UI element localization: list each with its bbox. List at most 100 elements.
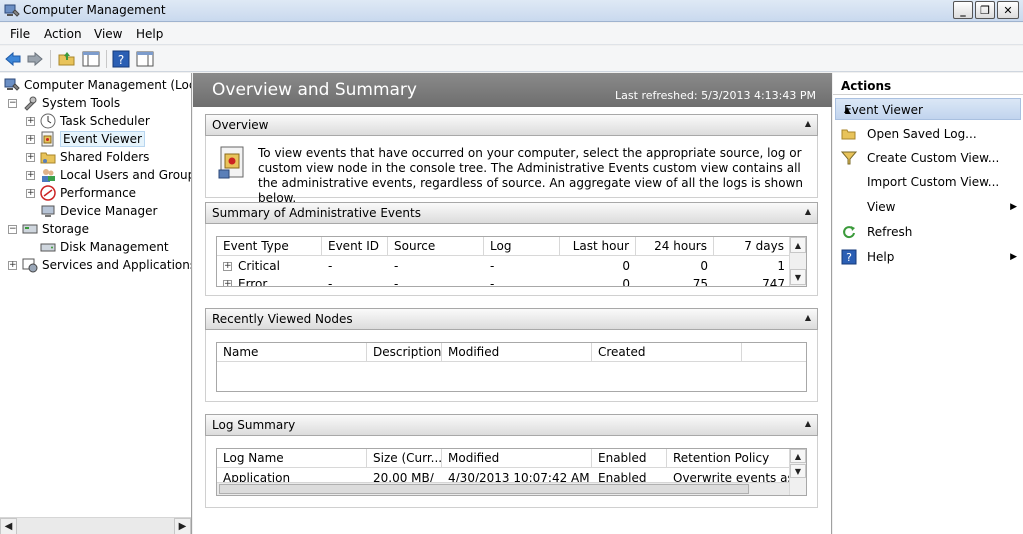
scroll-thumb[interactable] xyxy=(219,484,749,494)
column-header[interactable]: Last hour xyxy=(560,237,636,256)
tree-item-shared-folders[interactable]: + Shared Folders xyxy=(26,148,149,166)
expand-icon[interactable]: + xyxy=(223,261,232,271)
grid-horizontal-scrollbar[interactable] xyxy=(217,482,791,495)
tree-item-task-scheduler[interactable]: + Task Scheduler xyxy=(26,112,150,130)
recent-section-body: Name Description Modified Created xyxy=(205,330,818,402)
table-cell: Critical xyxy=(238,259,280,273)
action-refresh[interactable]: Refresh xyxy=(841,221,1019,243)
expand-icon[interactable]: + xyxy=(26,170,35,180)
tree-item-disk-management[interactable]: Disk Management xyxy=(40,238,169,256)
column-header[interactable]: Log xyxy=(484,237,560,256)
back-arrow-icon[interactable] xyxy=(4,50,22,68)
scroll-up-icon[interactable]: ▲ xyxy=(790,449,806,463)
tree-item-event-viewer[interactable]: + Event Viewer xyxy=(26,130,145,148)
expand-icon[interactable]: + xyxy=(26,134,35,144)
overview-section-header[interactable]: Overview ▲ xyxy=(205,114,818,136)
column-header[interactable]: Log Name xyxy=(217,449,367,468)
close-button[interactable]: ✕ xyxy=(997,1,1019,19)
expand-icon[interactable]: + xyxy=(26,188,35,198)
menu-action[interactable]: Action xyxy=(44,27,82,41)
scroll-up-icon[interactable]: ▲ xyxy=(790,237,806,253)
action-create-custom-view[interactable]: Create Custom View... xyxy=(841,147,1019,169)
column-header[interactable]: 7 days xyxy=(714,237,791,256)
log-summary-grid[interactable]: Log Name Size (Curr... Modified Enabled … xyxy=(216,448,807,496)
table-row[interactable]: + Error - - - 0 75 747 xyxy=(217,275,791,287)
collapse-up-icon[interactable]: ▲ xyxy=(805,419,811,428)
scroll-down-icon[interactable]: ▼ xyxy=(790,464,806,478)
action-help[interactable]: ? Help ▶ xyxy=(841,246,1019,268)
performance-icon xyxy=(40,185,56,201)
column-header[interactable]: Size (Curr... xyxy=(367,449,442,468)
help-icon[interactable]: ? xyxy=(112,50,130,68)
column-header[interactable]: Created xyxy=(592,343,742,362)
up-folder-icon[interactable] xyxy=(58,50,76,68)
table-row[interactable]: + Critical - - - 0 0 1 xyxy=(217,257,791,275)
column-header[interactable]: Enabled xyxy=(592,449,667,468)
collapse-icon[interactable]: − xyxy=(8,224,17,234)
expand-icon[interactable]: + xyxy=(26,152,35,162)
show-hide-action-pane-icon[interactable] xyxy=(136,50,154,68)
action-open-saved-log[interactable]: Open Saved Log... xyxy=(841,123,1019,145)
tree-item-services-applications[interactable]: + Services and Applications xyxy=(8,256,191,274)
collapse-up-icon[interactable]: ▲ xyxy=(805,119,811,128)
tree-root[interactable]: Computer Management (Local xyxy=(4,76,191,94)
column-header[interactable]: 24 hours xyxy=(636,237,714,256)
table-cell: - xyxy=(394,259,399,273)
log-summary-section-header[interactable]: Log Summary ▲ xyxy=(205,414,818,436)
recent-section-header[interactable]: Recently Viewed Nodes ▲ xyxy=(205,308,818,330)
column-header[interactable]: Name xyxy=(217,343,367,362)
minimize-button[interactable]: _ xyxy=(953,1,973,19)
column-header[interactable]: Description xyxy=(367,343,442,362)
collapse-up-icon[interactable]: ▲ xyxy=(805,313,811,322)
tree-item-system-tools[interactable]: − System Tools xyxy=(8,94,120,112)
recent-nodes-grid[interactable]: Name Description Modified Created xyxy=(216,342,807,392)
grid-vertical-scrollbar[interactable]: ▲ ▼ xyxy=(789,237,806,286)
scroll-right-icon[interactable]: ▶ xyxy=(174,518,191,534)
grid-header: Log Name Size (Curr... Modified Enabled … xyxy=(217,449,791,468)
summary-section-header[interactable]: Summary of Administrative Events ▲ xyxy=(205,202,818,224)
column-header[interactable]: Modified xyxy=(442,449,592,468)
column-header[interactable]: Event Type xyxy=(217,237,322,256)
column-header[interactable]: Modified xyxy=(442,343,592,362)
table-cell: - xyxy=(490,277,495,287)
collapse-up-icon[interactable]: ▲ xyxy=(805,207,811,216)
table-row[interactable]: Application 20.00 MB/ 4/30/2013 10:07:42… xyxy=(217,469,791,482)
expand-icon[interactable]: + xyxy=(8,260,17,270)
tree-horizontal-scrollbar[interactable]: ◀ ▶ xyxy=(0,517,191,534)
action-view[interactable]: View ▶ xyxy=(841,196,1019,218)
table-cell: - xyxy=(328,259,333,273)
scroll-left-icon[interactable]: ◀ xyxy=(0,518,17,534)
console-tree[interactable]: Computer Management (Local − System Tool… xyxy=(0,73,192,534)
show-hide-tree-icon[interactable] xyxy=(82,50,100,68)
tree-item-device-manager[interactable]: Device Manager xyxy=(40,202,157,220)
menu-view[interactable]: View xyxy=(94,27,122,41)
last-refreshed: Last refreshed: 5/3/2013 4:13:43 PM xyxy=(615,89,816,102)
help-icon: ? xyxy=(841,249,857,265)
expand-icon[interactable]: + xyxy=(26,116,35,126)
scroll-down-icon[interactable]: ▼ xyxy=(790,269,806,285)
table-cell: 1 xyxy=(777,259,785,273)
restore-button[interactable]: ❐ xyxy=(975,1,995,19)
menu-help[interactable]: Help xyxy=(136,27,163,41)
column-header[interactable]: Event ID xyxy=(322,237,388,256)
collapse-icon[interactable]: − xyxy=(8,98,17,108)
column-header[interactable]: Source xyxy=(388,237,484,256)
table-cell: Error xyxy=(238,277,268,287)
menu-file[interactable]: File xyxy=(10,27,30,41)
tree-item-local-users[interactable]: + Local Users and Groups xyxy=(26,166,191,184)
action-import-custom-view[interactable]: Import Custom View... xyxy=(841,171,1019,193)
refresh-icon xyxy=(843,226,855,239)
table-cell: 75 xyxy=(692,277,708,287)
tree-item-storage[interactable]: − Storage xyxy=(8,220,89,238)
actions-group-event-viewer[interactable]: Event Viewer ▲ xyxy=(835,98,1021,120)
forward-arrow-icon[interactable] xyxy=(26,50,44,68)
collapse-up-icon[interactable]: ▲ xyxy=(844,105,1014,114)
services-icon xyxy=(22,258,38,273)
admin-events-grid[interactable]: Event Type Event ID Source Log Last hour… xyxy=(216,236,807,287)
table-cell: - xyxy=(490,259,495,273)
grid-vertical-scrollbar[interactable]: ▲ ▼ xyxy=(789,449,806,495)
column-header[interactable]: Retention Policy xyxy=(667,449,791,468)
tree-item-performance[interactable]: + Performance xyxy=(26,184,136,202)
menu-bar: File Action View Help xyxy=(0,23,1023,45)
expand-icon[interactable]: + xyxy=(223,279,232,286)
